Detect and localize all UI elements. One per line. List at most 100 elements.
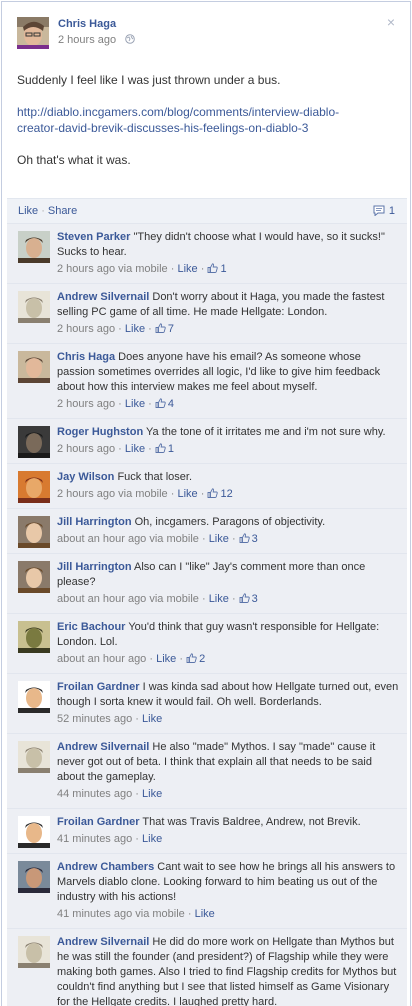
post-link[interactable]: http://diablo.incgamers.com/blog/comment… xyxy=(17,104,347,136)
post-followup-text: Oh that's what it was. xyxy=(17,153,131,167)
comment-item: Chris Haga Does anyone have his email? A… xyxy=(7,343,407,418)
comment-text: Roger Hughston Ya the tone of it irritat… xyxy=(57,425,399,440)
comment-like-link[interactable]: Like xyxy=(156,653,176,665)
commenter-avatar-roger-hughston[interactable] xyxy=(18,426,50,458)
post-time-text[interactable]: 2 hours ago xyxy=(58,34,116,46)
comment-time[interactable]: about an hour ago xyxy=(57,653,146,665)
comment-author[interactable]: Eric Bachour xyxy=(57,621,125,633)
comment-like-count[interactable]: 2 xyxy=(186,653,205,665)
separator: · xyxy=(201,593,206,605)
comment-like-count[interactable]: 3 xyxy=(239,593,258,605)
comment-time[interactable]: about an hour ago via mobile xyxy=(57,533,199,545)
comment-time[interactable]: 41 minutes ago via mobile xyxy=(57,908,185,920)
like-count-number: 3 xyxy=(251,593,258,605)
comment-like-link[interactable]: Like xyxy=(125,443,145,455)
comment-time[interactable]: 2 hours ago via mobile xyxy=(57,488,168,500)
comment-time[interactable]: about an hour ago via mobile xyxy=(57,593,199,605)
comment-text: Jill Harrington Oh, incgamers. Paragons … xyxy=(57,515,399,530)
comment-author[interactable]: Froilan Gardner xyxy=(57,681,140,693)
separator: · xyxy=(200,488,205,500)
comment-like-link[interactable]: Like xyxy=(125,398,145,410)
comment-time[interactable]: 2 hours ago xyxy=(57,443,115,455)
comment-like-link[interactable]: Like xyxy=(142,713,162,725)
thumbs-up-icon xyxy=(208,263,219,273)
separator: · xyxy=(170,488,175,500)
post-like-link[interactable]: Like xyxy=(18,205,38,217)
commenter-avatar-andrew-chambers[interactable] xyxy=(18,861,50,893)
comment-author[interactable]: Chris Haga xyxy=(57,351,115,363)
comment-count[interactable]: 1 xyxy=(373,205,395,217)
comment-author[interactable]: Froilan Gardner xyxy=(57,816,140,828)
comment-item: Andrew Chambers Cant wait to see how he … xyxy=(7,853,407,928)
comment-count-number: 1 xyxy=(388,205,395,217)
separator: · xyxy=(41,205,45,217)
comment-like-link[interactable]: Like xyxy=(209,593,229,605)
comment-text: Andrew Silvernail He did do more work on… xyxy=(57,935,399,1006)
comment-time[interactable]: 44 minutes ago xyxy=(57,788,132,800)
commenter-avatar-andrew-silvernail[interactable] xyxy=(18,936,50,968)
comment-list: Steven Parker "They didn't choose what I… xyxy=(7,223,407,1006)
post-author-name[interactable]: Chris Haga xyxy=(58,18,116,30)
comment-like-link[interactable]: Like xyxy=(209,533,229,545)
thumbs-up-icon xyxy=(155,443,166,453)
thumbs-up-icon xyxy=(208,488,219,498)
comment-time[interactable]: 2 hours ago xyxy=(57,398,115,410)
globe-icon xyxy=(125,34,135,44)
comment-like-link[interactable]: Like xyxy=(142,833,162,845)
commenter-avatar-jill-harrington[interactable] xyxy=(18,516,50,548)
comment-time[interactable]: 52 minutes ago xyxy=(57,713,132,725)
close-icon[interactable]: × xyxy=(387,14,395,30)
comment-text: Eric Bachour You'd think that guy wasn't… xyxy=(57,620,399,650)
comment-author[interactable]: Andrew Silvernail xyxy=(57,291,149,303)
comment-like-link[interactable]: Like xyxy=(142,788,162,800)
commenter-avatar-steven-parker[interactable] xyxy=(18,231,50,263)
commenter-avatar-froilan-gardner[interactable] xyxy=(18,816,50,848)
comment-author[interactable]: Jill Harrington xyxy=(57,561,132,573)
separator: · xyxy=(200,263,205,275)
comment-body: Oh, incgamers. Paragons of objectivity. xyxy=(134,516,326,528)
comment-author[interactable]: Andrew Silvernail xyxy=(57,741,149,753)
post-text: Suddenly I feel like I was just thrown u… xyxy=(17,73,281,87)
comment-item: Eric Bachour You'd think that guy wasn't… xyxy=(7,613,407,673)
comment-body: That was Travis Baldree, Andrew, not Bre… xyxy=(142,816,361,828)
like-count-number: 1 xyxy=(167,443,175,455)
comment-author[interactable]: Andrew Chambers xyxy=(57,861,154,873)
comment-item: Steven Parker "They didn't choose what I… xyxy=(7,223,407,283)
comment-like-count[interactable]: 7 xyxy=(155,323,174,335)
commenter-avatar-jay-wilson[interactable] xyxy=(18,471,50,503)
comment-author[interactable]: Jill Harrington xyxy=(57,516,132,528)
commenter-avatar-chris-haga[interactable] xyxy=(18,351,50,383)
comment-text: Froilan Gardner I was kinda sad about ho… xyxy=(57,680,399,710)
comment-like-link[interactable]: Like xyxy=(177,263,197,275)
comment-time[interactable]: 2 hours ago via mobile xyxy=(57,263,168,275)
comment-like-count[interactable]: 1 xyxy=(207,263,227,275)
post-share-link[interactable]: Share xyxy=(48,205,77,217)
comment-like-count[interactable]: 4 xyxy=(155,398,174,410)
comment-text: Jill Harrington Also can I "like" Jay's … xyxy=(57,560,399,590)
comment-like-link[interactable]: Like xyxy=(177,488,197,500)
comment-like-link[interactable]: Like xyxy=(195,908,215,920)
author-avatar[interactable] xyxy=(17,17,49,49)
comment-author[interactable]: Roger Hughston xyxy=(57,426,143,438)
like-count-number: 2 xyxy=(199,653,206,665)
comment-author[interactable]: Andrew Silvernail xyxy=(57,936,149,948)
comment-meta: 41 minutes ago · Like xyxy=(57,832,399,847)
comment-like-link[interactable]: Like xyxy=(125,323,145,335)
comment-author[interactable]: Steven Parker xyxy=(57,231,130,243)
comment-text: Andrew Silvernail He also "made" Mythos.… xyxy=(57,740,399,785)
comment-author[interactable]: Jay Wilson xyxy=(57,471,114,483)
comment-time[interactable]: 41 minutes ago xyxy=(57,833,132,845)
commenter-avatar-andrew-silvernail[interactable] xyxy=(18,291,50,323)
comment-text: Chris Haga Does anyone have his email? A… xyxy=(57,350,399,395)
like-count-number: 12 xyxy=(220,488,233,500)
comment-like-count[interactable]: 12 xyxy=(207,488,233,500)
commenter-avatar-eric-bachour[interactable] xyxy=(18,621,50,653)
comment-like-count[interactable]: 1 xyxy=(155,443,174,455)
comment-item: Jay Wilson Fuck that loser. 2 hours ago v… xyxy=(7,463,407,508)
comment-like-count[interactable]: 3 xyxy=(239,533,258,545)
commenter-avatar-froilan-gardner[interactable] xyxy=(18,681,50,713)
post-actions-bar: Like · Share 1 xyxy=(7,198,407,223)
commenter-avatar-andrew-silvernail[interactable] xyxy=(18,741,50,773)
commenter-avatar-jill-harrington[interactable] xyxy=(18,561,50,593)
comment-time[interactable]: 2 hours ago xyxy=(57,323,115,335)
